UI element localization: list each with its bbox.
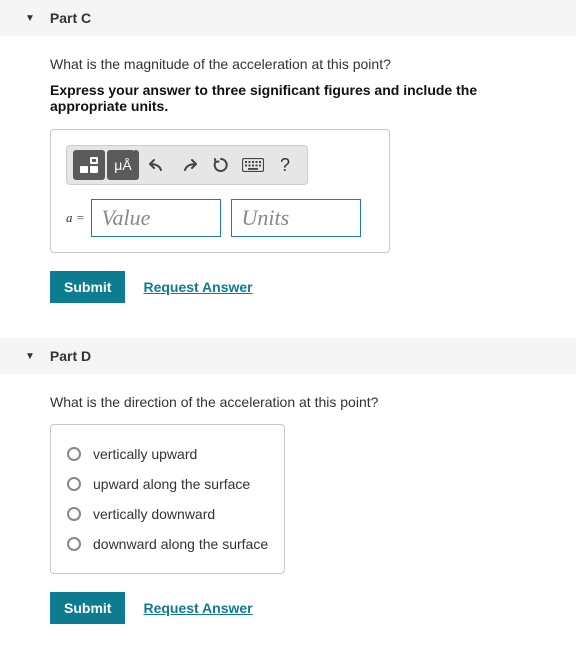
part-c: ▼ Part C What is the magnitude of the ac… bbox=[0, 0, 576, 318]
part-c-actions: Submit Request Answer bbox=[50, 271, 526, 303]
submit-button[interactable]: Submit bbox=[50, 592, 125, 624]
choice-label: downward along the surface bbox=[93, 536, 268, 552]
value-placeholder: Value bbox=[102, 205, 151, 231]
special-chars-button[interactable]: μÅ ° bbox=[107, 150, 139, 180]
part-c-title: Part C bbox=[50, 10, 91, 26]
part-d-title: Part D bbox=[50, 348, 91, 364]
part-c-header[interactable]: ▼ Part C bbox=[0, 0, 576, 36]
reset-icon bbox=[213, 157, 229, 173]
choice-option-2[interactable]: vertically downward bbox=[65, 499, 270, 529]
redo-button[interactable] bbox=[173, 150, 205, 180]
part-d-prompt: What is the direction of the acceleratio… bbox=[50, 394, 526, 410]
part-c-content: What is the magnitude of the acceleratio… bbox=[0, 36, 576, 318]
radio-icon bbox=[67, 537, 81, 551]
choice-label: vertically downward bbox=[93, 506, 215, 522]
part-d-content: What is the direction of the acceleratio… bbox=[0, 374, 576, 639]
radio-icon bbox=[67, 447, 81, 461]
choice-option-1[interactable]: upward along the surface bbox=[65, 469, 270, 499]
undo-icon bbox=[149, 158, 165, 172]
value-input[interactable]: Value bbox=[91, 199, 221, 237]
input-row: a = Value Units bbox=[66, 199, 374, 237]
units-input[interactable]: Units bbox=[231, 199, 361, 237]
units-placeholder: Units bbox=[242, 205, 290, 231]
choice-option-3[interactable]: downward along the surface bbox=[65, 529, 270, 559]
part-d-actions: Submit Request Answer bbox=[50, 592, 526, 624]
reset-button[interactable] bbox=[205, 150, 237, 180]
help-label: ? bbox=[280, 155, 290, 176]
templates-button[interactable] bbox=[73, 150, 105, 180]
undo-button[interactable] bbox=[141, 150, 173, 180]
caret-down-icon: ▼ bbox=[25, 13, 35, 24]
part-d-header[interactable]: ▼ Part D bbox=[0, 338, 576, 374]
answer-toolbar: μÅ ° bbox=[66, 145, 308, 185]
request-answer-link[interactable]: Request Answer bbox=[143, 279, 252, 295]
submit-button[interactable]: Submit bbox=[50, 271, 125, 303]
variable-label: a = bbox=[66, 210, 85, 226]
part-d: ▼ Part D What is the direction of the ac… bbox=[0, 338, 576, 639]
part-c-instructions: Express your answer to three significant… bbox=[50, 82, 526, 114]
ring-accent: ° bbox=[132, 149, 135, 156]
choices-box: vertically upward upward along the surfa… bbox=[50, 424, 285, 574]
redo-icon bbox=[181, 158, 197, 172]
choice-label: vertically upward bbox=[93, 446, 197, 462]
templates-icon bbox=[79, 156, 99, 174]
radio-icon bbox=[67, 507, 81, 521]
caret-down-icon: ▼ bbox=[25, 351, 35, 362]
help-button[interactable]: ? bbox=[269, 150, 301, 180]
choice-label: upward along the surface bbox=[93, 476, 250, 492]
radio-icon bbox=[67, 477, 81, 491]
part-c-prompt: What is the magnitude of the acceleratio… bbox=[50, 56, 526, 72]
keyboard-button[interactable] bbox=[237, 150, 269, 180]
keyboard-icon bbox=[242, 158, 264, 172]
mua-label: μÅ bbox=[114, 157, 131, 173]
answer-box: μÅ ° bbox=[50, 129, 390, 253]
choice-option-0[interactable]: vertically upward bbox=[65, 439, 270, 469]
